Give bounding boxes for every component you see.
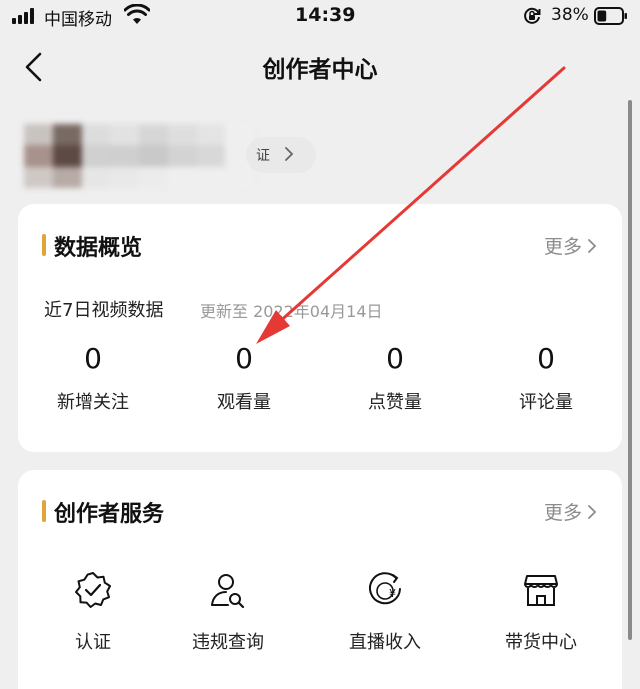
- stat-label: 观看量: [217, 392, 271, 413]
- stats-row: 0 新增关注 0 观看量 0 点赞量 0 评论量: [18, 340, 622, 430]
- services-grid: 认证 违规查询 ¥ 直播收入 带货中心: [18, 570, 622, 670]
- stat-value: 0: [235, 342, 253, 375]
- avatar[interactable]: [24, 124, 254, 188]
- navigation-bar: 创作者中心: [0, 34, 640, 98]
- storefront-icon: [524, 575, 558, 606]
- verification-label: 证: [256, 148, 270, 164]
- yuan-coin-icon: ¥: [369, 572, 401, 605]
- stat-views[interactable]: 0 观看量: [169, 340, 319, 414]
- accent-bar: [42, 234, 46, 256]
- orientation-lock-icon: [524, 7, 541, 24]
- accent-bar: [42, 500, 46, 522]
- profile-header[interactable]: 证: [24, 124, 316, 188]
- stat-value: 0: [84, 342, 102, 375]
- more-link[interactable]: 更多: [544, 498, 598, 525]
- data-subtitle: 近7日视频数据: [44, 300, 164, 321]
- stat-value: 0: [537, 342, 555, 375]
- update-date: 更新至 2022年04月14日: [200, 302, 383, 321]
- service-label: 直播收入: [349, 632, 421, 653]
- stat-label: 评论量: [519, 392, 573, 413]
- user-search-icon: [211, 574, 245, 609]
- service-label: 认证: [75, 632, 111, 653]
- chevron-right-icon: [285, 147, 294, 161]
- chevron-right-icon: [588, 504, 597, 519]
- stat-comments[interactable]: 0 评论量: [471, 340, 621, 414]
- signal-icon: [12, 8, 38, 24]
- chevron-right-icon: [588, 238, 597, 253]
- service-sales-center[interactable]: 带货中心: [466, 570, 616, 654]
- wifi-icon: [124, 4, 150, 24]
- service-label: 违规查询: [192, 632, 264, 653]
- stat-new-followers[interactable]: 0 新增关注: [18, 340, 168, 414]
- service-verification[interactable]: 认证: [18, 570, 168, 654]
- scrollbar[interactable]: [628, 100, 632, 640]
- service-live-income[interactable]: ¥ 直播收入: [310, 570, 460, 654]
- carrier-name: 中国移动: [44, 10, 112, 30]
- battery-icon: [594, 7, 627, 25]
- more-label: 更多: [543, 236, 582, 258]
- service-label: 带货中心: [505, 632, 577, 653]
- service-violation-query[interactable]: 违规查询: [153, 570, 303, 654]
- verified-badge-icon: [75, 572, 111, 608]
- creator-services-card: 创作者服务 更多 认证 违规查询 ¥ 直播收入 带货中心: [18, 470, 622, 689]
- more-link[interactable]: 更多: [544, 232, 598, 259]
- page-title: 创作者中心: [262, 57, 378, 83]
- section-title: 数据概览: [54, 236, 143, 261]
- stat-label: 点赞量: [368, 392, 422, 413]
- svg-text:¥: ¥: [389, 587, 396, 600]
- stat-label: 新增关注: [57, 392, 129, 413]
- stat-value: 0: [386, 342, 404, 375]
- section-title: 创作者服务: [54, 502, 165, 527]
- clock: 14:39: [295, 4, 356, 26]
- data-overview-card: 数据概览 更多 近7日视频数据 更新至 2022年04月14日 0 新增关注 0…: [18, 204, 622, 452]
- more-label: 更多: [543, 502, 582, 524]
- stat-likes[interactable]: 0 点赞量: [320, 340, 470, 414]
- battery-percent: 38%: [551, 5, 589, 25]
- status-bar: 中国移动 14:39 38%: [0, 0, 640, 34]
